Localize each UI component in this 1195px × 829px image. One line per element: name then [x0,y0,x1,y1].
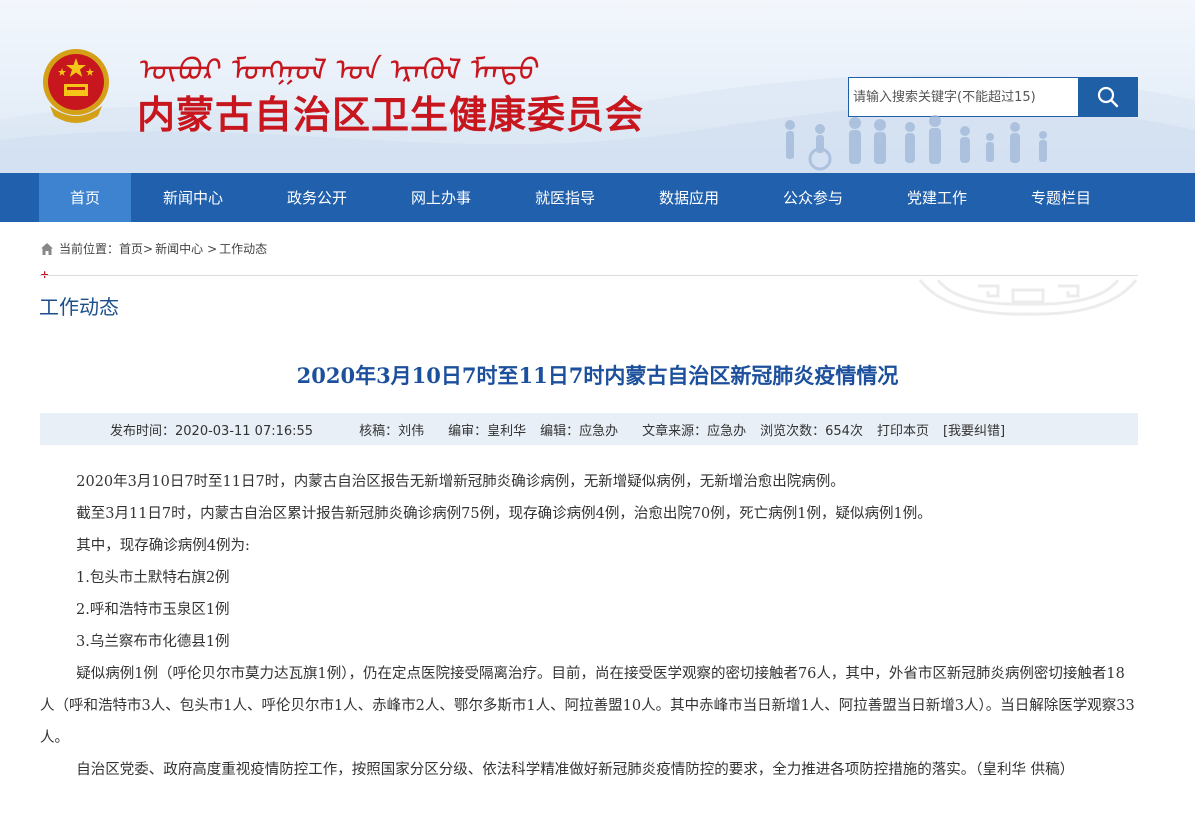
paragraph-current-cases: 其中，现存确诊病例4例为: [76,538,250,554]
site-title: 内蒙古自治区卫生健康委员会 [137,93,645,137]
breadcrumb-link-work-updates[interactable]: 工作动态 [219,240,267,257]
home-icon [41,242,53,255]
article-source: 文章来源：应急办 [642,423,747,439]
paragraph-cumulative: 截至3月11日7时，内蒙古自治区累计报告新冠肺炎确诊病例75例，现存确诊病例4例… [76,506,932,522]
editor: 编辑：应急办 [540,423,619,439]
report-error-link[interactable]: [我要纠错] [943,420,1005,439]
list-item: 3.乌兰察布市化德县1例 [76,634,230,650]
nav-item-party-building[interactable]: 党建工作 [875,173,999,222]
breadcrumb: 当前位置： 首页> 新闻中心 > 工作动态 [40,240,267,257]
search-icon [1097,86,1119,108]
publish-time: 发布时间：2020-03-11 07:16:55 [110,423,314,439]
people-silhouette-illustration [785,115,1047,171]
nav-item-online-services[interactable]: 网上办事 [379,173,503,222]
paragraph-summary: 2020年3月10日7时至11日7时，内蒙古自治区报告无新增新冠肺炎确诊病例，无… [76,474,845,490]
view-count: 浏览次数：654次 [760,423,863,439]
nav-item-public-participation[interactable]: 公众参与 [751,173,875,222]
nav-item-home[interactable]: 首页 [39,173,131,222]
chief-editor: 编审：皇利华 [448,423,527,439]
article-body: 2020年3月10日7时至11日7时，内蒙古自治区报告无新增新冠肺炎确诊病例，无… [40,466,1138,786]
breadcrumb-link-home[interactable]: 首页> [119,240,153,257]
national-emblem-icon [43,49,109,123]
breadcrumb-prefix: 当前位置： [59,242,120,256]
nav-item-government-affairs[interactable]: 政务公开 [255,173,379,222]
search-button[interactable] [1078,77,1138,117]
nav-item-news[interactable]: 新闻中心 [131,173,255,222]
paragraph-measures: 自治区党委、政府高度重视疫情防控工作，按照国家分区分级、依法科学精准做好新冠肺炎… [76,762,1075,778]
paragraph-suspected: 疑似病例1例（呼伦贝尔市莫力达瓦旗1例），仍在定点医院接受隔离治疗。目前，尚在接… [40,666,1135,746]
section-title: 工作动态 [39,295,119,319]
search-box [848,77,1138,117]
nav-item-medical-guide[interactable]: 就医指导 [503,173,627,222]
article-meta-bar: 发布时间：2020-03-11 07:16:55 核稿：刘伟 编审：皇利华 编辑… [40,413,1138,445]
search-input[interactable] [848,77,1078,117]
list-item: 1.包头市土默特右旗2例 [76,570,230,586]
nav-item-special-topics[interactable]: 专题栏目 [999,173,1123,222]
breadcrumb-link-news[interactable]: 新闻中心 [155,240,203,257]
print-page-link[interactable]: 打印本页 [877,420,929,439]
nav-item-data-application[interactable]: 数据应用 [627,173,751,222]
reviewer: 核稿：刘伟 [359,423,425,439]
decorative-pattern [918,279,1138,316]
article-title: 2020年3月10日7时至11日7时内蒙古自治区新冠肺炎疫情情况 [296,363,899,388]
main-nav: 首页 新闻中心 政务公开 网上办事 就医指导 数据应用 公众参与 党建工作 专题… [0,173,1195,222]
list-item: 2.呼和浩特市玉泉区1例 [76,602,230,618]
site-header: ᠥᠪᠦᠷ ᠮᠣᠩᠭᠣᠯ ᠤᠨ ᠡᠷᠡᠭᠦᠯ ᠮᠡᠨᠳᠦ 内蒙古自治区卫生健康委员… [0,0,1195,173]
mongolian-site-title: ᠥᠪᠦᠷ ᠮᠣᠩᠭᠣᠯ ᠤᠨ ᠡᠷᠡᠭᠦᠯ ᠮᠡᠨᠳᠦ [136,53,542,88]
breadcrumb-separator: > [207,241,218,256]
